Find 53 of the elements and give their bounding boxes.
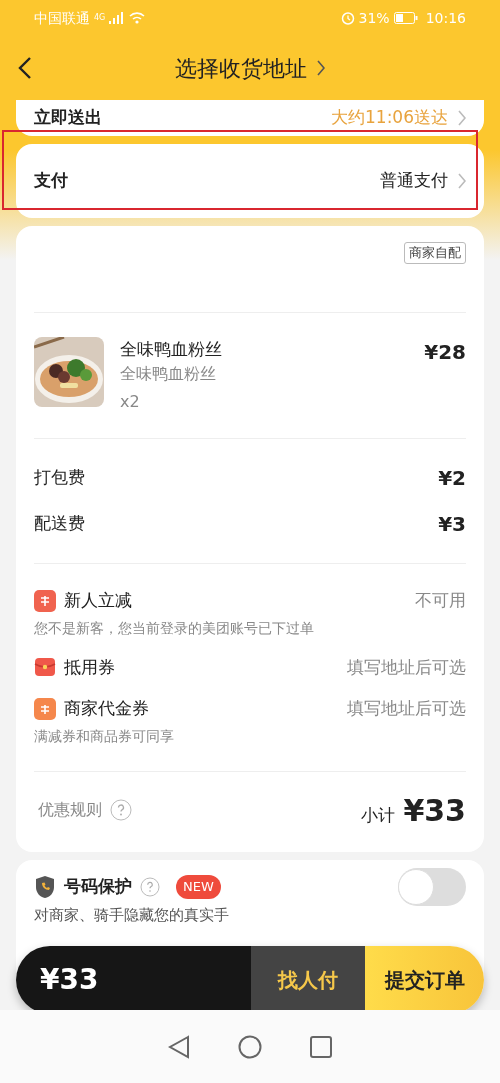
privacy-toggle[interactable] [398, 868, 466, 906]
carrier-name: 中国联通 [34, 8, 90, 28]
delivery-card[interactable]: 立即送出 大约11:06送达 [16, 100, 484, 136]
delivery-time: 大约11:06送达 [331, 106, 448, 130]
new-badge: NEW [176, 875, 221, 899]
delivery-tag: 商家自配 [404, 242, 466, 264]
chevron-icon [456, 172, 466, 190]
privacy-note: 对商家、骑手隐藏您的真实手 [34, 906, 230, 924]
item-name: 全味鸭血粉丝 [120, 337, 223, 361]
battery-percent: 31% [358, 8, 390, 28]
discount-status: 不可用 [415, 589, 466, 612]
new-user-icon [34, 589, 56, 612]
battery-icon [393, 12, 418, 24]
home-nav-icon[interactable] [238, 1034, 262, 1059]
help-icon [140, 877, 160, 897]
privacy-label: 号码保护 [64, 875, 132, 899]
discount-note: 您不是新客，您当前登录的美团账号已下过单 [34, 618, 315, 638]
help-icon [110, 799, 132, 821]
total-amount: ¥33 [40, 962, 99, 998]
delivery-label: 立即送出 [34, 106, 102, 130]
signal-icon [109, 12, 126, 24]
item-spec: 全味鸭血粉丝 [120, 363, 217, 385]
discount-status: 填写地址后可选 [347, 697, 466, 720]
subtotal-amount: ¥33 [403, 791, 466, 830]
chevron-icon [315, 59, 325, 77]
discount-status: 填写地址后可选 [347, 655, 466, 679]
item-price: ¥28 [424, 338, 466, 366]
discount-label: 新人立减 [64, 589, 132, 612]
alarm-icon [340, 11, 355, 25]
coupon-icon [34, 697, 56, 720]
fee-amount: ¥2 [438, 465, 466, 492]
clock-time: 10:16 [425, 8, 466, 28]
discount-note: 满减券和商品券可同享 [34, 726, 175, 746]
payment-label: 支付 [34, 169, 68, 193]
envelope-icon [34, 656, 56, 679]
subtotal-label: 小计 [361, 803, 396, 827]
item-quantity: x2 [120, 391, 141, 413]
network-type: 4G [94, 12, 106, 24]
payment-card[interactable]: 支付 普通支付 [16, 144, 484, 218]
discount-label: 抵用券 [64, 655, 115, 679]
payment-method: 普通支付 [380, 169, 448, 193]
fee-amount: ¥3 [438, 511, 466, 538]
discount-label: 商家代金券 [64, 697, 149, 720]
back-icon[interactable] [18, 56, 32, 80]
recent-apps-icon[interactable] [310, 1035, 332, 1058]
fee-label: 打包费 [34, 466, 85, 490]
fee-label: 配送费 [34, 512, 85, 536]
wifi-icon [129, 12, 146, 24]
shield-phone-icon [34, 875, 56, 899]
page-title[interactable]: 选择收货地址 [175, 51, 307, 85]
back-nav-icon[interactable] [168, 1034, 190, 1059]
chevron-icon [456, 109, 466, 127]
rules-link[interactable]: 优惠规则 [38, 798, 102, 822]
